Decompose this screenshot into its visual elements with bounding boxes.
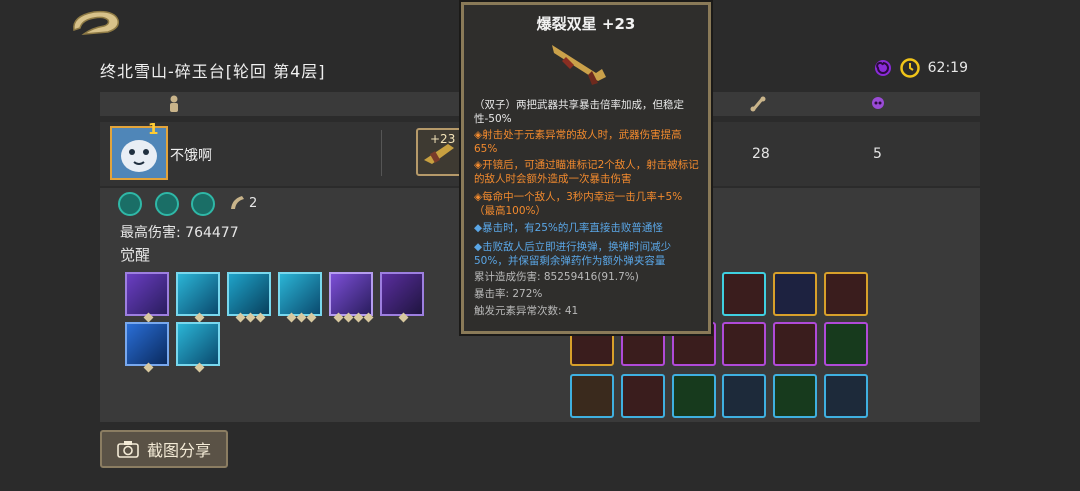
skill-lightning-2[interactable] [329,272,374,323]
tooltip-total-damage: 累计造成伤害: 85259416(91.7%) [474,271,639,283]
item-relic-14[interactable] [773,374,817,418]
element-count: 2 [249,196,258,211]
tooltip-line-6: ◆击败敌人后立即进行换弹，换弹时间减少50%，并保留剩余弹药作为额外弹夹容量 [474,241,672,267]
share-label: 截图分享 [146,441,211,460]
tooltip-line-2: ◈射击处于元素异常的敌人时，武器伤害提高65% [474,129,682,155]
level-badge: 1 [148,120,159,138]
back-arrow-icon [73,10,120,35]
kills-value: 28 [752,146,770,162]
tooltip-line-3: ◈开镜后，可通过瞄准标记2个敌人，射击被标记的敌人时会额外造成一次暴击伤害 [474,159,699,185]
item-relic-15[interactable] [824,374,868,418]
item-relic-8[interactable] [773,322,817,366]
skull-icon [872,97,884,109]
tooltip-crit-rate: 暴击率: 272% [474,288,543,300]
skill-lightning-1[interactable] [125,272,169,323]
skill-ice-4[interactable] [176,322,220,373]
element-icon-2[interactable] [155,192,179,216]
item-relic-11[interactable] [621,374,665,418]
camera-icon [117,441,139,458]
max-damage: 最高伤害: 764477 [120,225,239,241]
item-relic-10[interactable] [570,374,614,418]
bone-icon [750,96,766,112]
swirl-icon [874,60,891,76]
skill-water-1[interactable] [125,322,169,373]
skill-lightning-3[interactable] [380,272,424,323]
weapon-level: +23 [430,132,456,146]
person-icon [170,95,178,112]
item-relic-2[interactable] [773,272,817,316]
skill-ice-3[interactable] [278,272,322,323]
skill-ice-1[interactable] [176,272,220,323]
tooltip-line-5: ◆暴击时，有25%的几率直接击败普通怪 [474,222,663,234]
divider [381,130,382,176]
item-relic-9[interactable] [824,322,868,366]
tooltip-line-1: （双子）两把武器共享暴击倍率加成，但稳定性-50% [474,99,684,125]
item-relic-13[interactable] [722,374,766,418]
tooltip-element-triggers: 触发元素异常次数: 41 [474,305,579,317]
status-area: 62:19 [874,58,968,78]
tooltip-line-4: ◈每命中一个敌人，3秒内幸运一击几率+5%（最高100%） [474,191,683,217]
item-relic-12[interactable] [672,374,716,418]
tooltip-title: 爆裂双星 +23 [536,15,636,33]
weapon-tooltip: 爆裂双星 +23 （双子）两把武器共享暴击倍率加成，但稳定性-50% ◈射击处于… [461,2,711,334]
share-button[interactable]: 截图分享 [100,430,228,468]
page-title: 终北雪山-碎玉台[轮回 第4层] [100,62,326,81]
skill-ice-2[interactable] [227,272,271,323]
player-name: 不饿啊 [170,148,212,164]
item-relic-1[interactable] [722,272,766,316]
timer: 62:19 [927,60,968,76]
gun-icon [552,45,606,85]
element-icon-1[interactable] [118,192,142,216]
awaken-label: 觉醒 [120,246,151,264]
element-icon-3[interactable] [191,192,215,216]
clock-icon [899,58,920,78]
back-button[interactable] [70,6,122,40]
deaths-value: 5 [873,146,882,162]
item-relic-3[interactable] [824,272,868,316]
item-relic-7[interactable] [722,322,766,366]
horn-icon [231,196,244,209]
